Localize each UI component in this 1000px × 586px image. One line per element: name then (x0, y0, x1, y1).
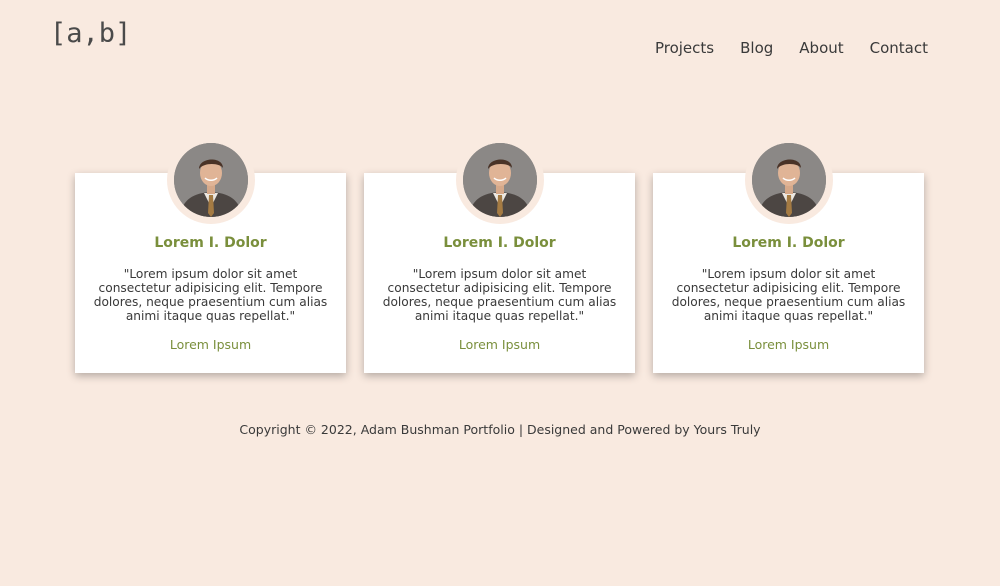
person-portrait-icon (751, 143, 826, 217)
footer-copyright: Copyright © 2022, Adam Bushman Portfolio… (239, 422, 761, 437)
testimonial-card: Lorem I. Dolor "Lorem ipsum dolor sit am… (75, 136, 346, 373)
nav-link-contact[interactable]: Contact (870, 39, 928, 57)
main-nav: Projects Blog About Contact (655, 39, 928, 57)
avatar-frame (744, 136, 833, 224)
card-quote: "Lorem ipsum dolor sit amet consectetur … (93, 267, 328, 323)
card-name: Lorem I. Dolor (154, 235, 267, 251)
avatar (751, 143, 826, 217)
site-logo[interactable]: [a,b] (50, 18, 131, 49)
card-link[interactable]: Lorem Ipsum (653, 337, 924, 352)
card-name: Lorem I. Dolor (732, 235, 845, 251)
testimonial-card: Lorem I. Dolor "Lorem ipsum dolor sit am… (364, 136, 635, 373)
avatar-frame (166, 136, 255, 224)
card-name: Lorem I. Dolor (443, 235, 556, 251)
portfolio-page: [a,b] Projects Blog About Contact Lorem … (0, 0, 1000, 586)
card-quote: "Lorem ipsum dolor sit amet consectetur … (382, 267, 617, 323)
nav-link-blog[interactable]: Blog (740, 39, 773, 57)
avatar (462, 143, 537, 217)
avatar-frame (455, 136, 544, 224)
nav-link-projects[interactable]: Projects (655, 39, 714, 57)
card-quote: "Lorem ipsum dolor sit amet consectetur … (671, 267, 906, 323)
card-link[interactable]: Lorem Ipsum (75, 337, 346, 352)
card-link[interactable]: Lorem Ipsum (364, 337, 635, 352)
person-portrait-icon (462, 143, 537, 217)
nav-link-about[interactable]: About (799, 39, 843, 57)
person-portrait-icon (173, 143, 248, 217)
avatar (173, 143, 248, 217)
testimonial-cards: Lorem I. Dolor "Lorem ipsum dolor sit am… (75, 136, 924, 373)
testimonial-card: Lorem I. Dolor "Lorem ipsum dolor sit am… (653, 136, 924, 373)
